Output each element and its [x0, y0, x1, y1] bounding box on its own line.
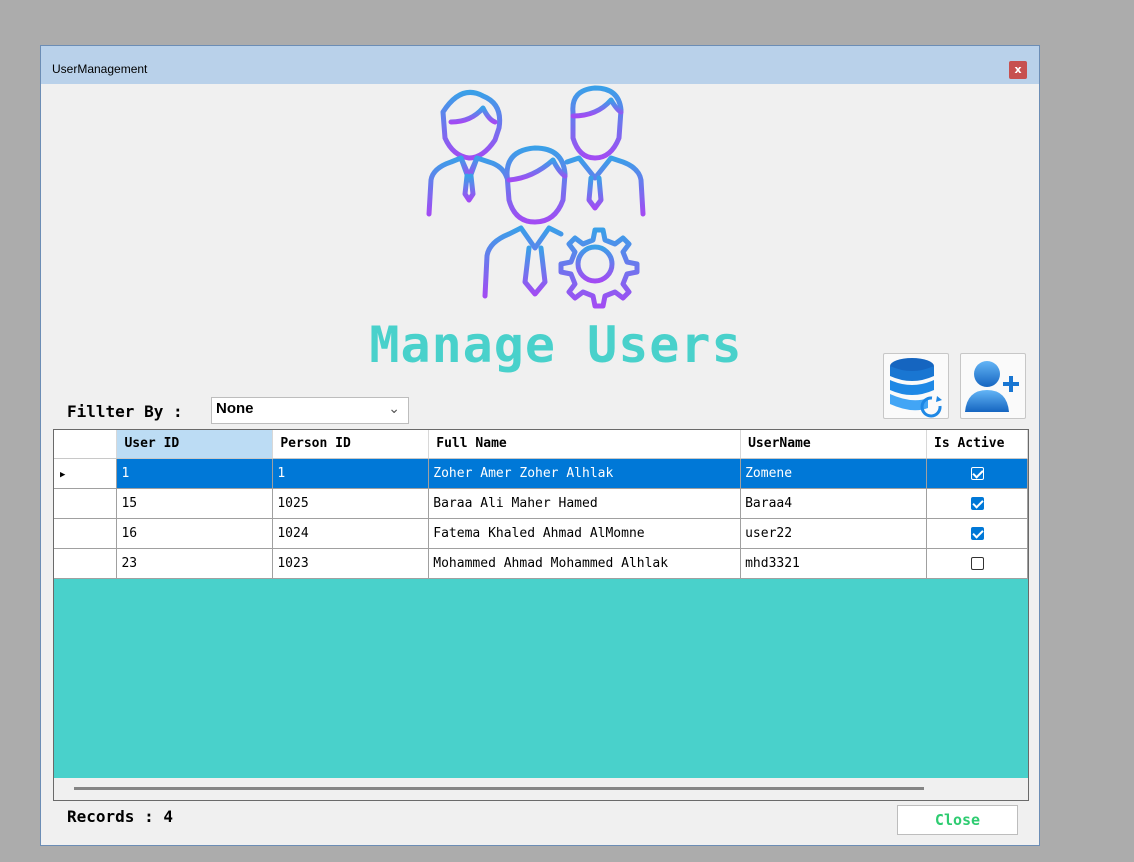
- table-row[interactable]: ▶ 1 1 Zoher Amer Zoher Alhlak Zomene: [54, 458, 1028, 489]
- table-row[interactable]: 23 1023 Mohammed Ahmad Mohammed Alhlak m…: [54, 548, 1028, 579]
- full-name-cell[interactable]: Mohammed Ahmad Mohammed Alhlak: [428, 548, 742, 579]
- is-active-checkbox[interactable]: [970, 526, 984, 540]
- is-active-cell[interactable]: [926, 548, 1028, 579]
- column-header-person-id[interactable]: Person ID: [272, 430, 430, 459]
- username-cell[interactable]: user22: [740, 518, 927, 549]
- records-count: Records : 4: [67, 807, 173, 826]
- current-row-arrow-icon: ▶: [60, 469, 66, 480]
- column-header-username[interactable]: UserName: [740, 430, 927, 459]
- window-close-icon[interactable]: x: [1009, 61, 1027, 79]
- person-id-cell[interactable]: 1024: [272, 518, 430, 549]
- table-header-row: User ID Person ID Full Name UserName Is …: [54, 430, 1028, 459]
- user-id-cell[interactable]: 15: [116, 488, 274, 519]
- column-header-is-active[interactable]: Is Active: [926, 430, 1028, 459]
- filter-label: Fillter By :: [67, 402, 183, 421]
- person-id-cell[interactable]: 1: [272, 458, 430, 489]
- row-header[interactable]: ▶: [54, 458, 118, 489]
- is-active-checkbox[interactable]: [970, 556, 984, 570]
- users-gear-icon: [426, 85, 646, 309]
- is-active-cell[interactable]: [926, 488, 1028, 519]
- table-row[interactable]: 15 1025 Baraa Ali Maher Hamed Baraa4: [54, 488, 1028, 519]
- chevron-down-icon: ⌄: [388, 400, 400, 416]
- username-cell[interactable]: Zomene: [740, 458, 927, 489]
- column-header-full-name[interactable]: Full Name: [428, 430, 742, 459]
- page-title: Manage Users: [369, 316, 743, 374]
- horizontal-scrollbar[interactable]: [54, 778, 1028, 800]
- row-header[interactable]: [54, 548, 118, 579]
- is-active-cell[interactable]: [926, 518, 1028, 549]
- close-button[interactable]: Close: [897, 805, 1018, 835]
- add-user-icon: [965, 361, 1019, 412]
- window-title: UserManagement: [52, 62, 148, 76]
- is-active-checkbox[interactable]: [970, 466, 984, 480]
- table-row[interactable]: 16 1024 Fatema Khaled Ahmad AlMomne user…: [54, 518, 1028, 549]
- row-header[interactable]: [54, 488, 118, 519]
- username-cell[interactable]: mhd3321: [740, 548, 927, 579]
- user-id-cell[interactable]: 1: [116, 458, 274, 489]
- add-user-button[interactable]: [960, 353, 1026, 419]
- scrollbar-thumb[interactable]: [74, 787, 924, 790]
- users-table: User ID Person ID Full Name UserName Is …: [54, 430, 1028, 579]
- user-id-cell[interactable]: 23: [116, 548, 274, 579]
- user-id-cell[interactable]: 16: [116, 518, 274, 549]
- users-grid[interactable]: User ID Person ID Full Name UserName Is …: [53, 429, 1029, 801]
- row-header[interactable]: [54, 518, 118, 549]
- full-name-cell[interactable]: Baraa Ali Maher Hamed: [428, 488, 742, 519]
- person-id-cell[interactable]: 1023: [272, 548, 430, 579]
- database-refresh-icon: [890, 358, 942, 418]
- full-name-cell[interactable]: Fatema Khaled Ahmad AlMomne: [428, 518, 742, 549]
- person-id-cell[interactable]: 1025: [272, 488, 430, 519]
- filter-selected-value: None: [216, 400, 254, 417]
- row-header-corner: [54, 430, 118, 459]
- full-name-cell[interactable]: Zoher Amer Zoher Alhlak: [428, 458, 742, 489]
- user-management-window: UserManagement x Manage Users Fillter By…: [40, 45, 1040, 846]
- is-active-cell[interactable]: [926, 458, 1028, 489]
- filter-dropdown[interactable]: None ⌄: [211, 397, 409, 424]
- column-header-user-id[interactable]: User ID: [116, 430, 274, 459]
- username-cell[interactable]: Baraa4: [740, 488, 927, 519]
- refresh-button[interactable]: [883, 353, 949, 419]
- title-bar[interactable]: UserManagement x: [41, 46, 1039, 84]
- is-active-checkbox[interactable]: [970, 496, 984, 510]
